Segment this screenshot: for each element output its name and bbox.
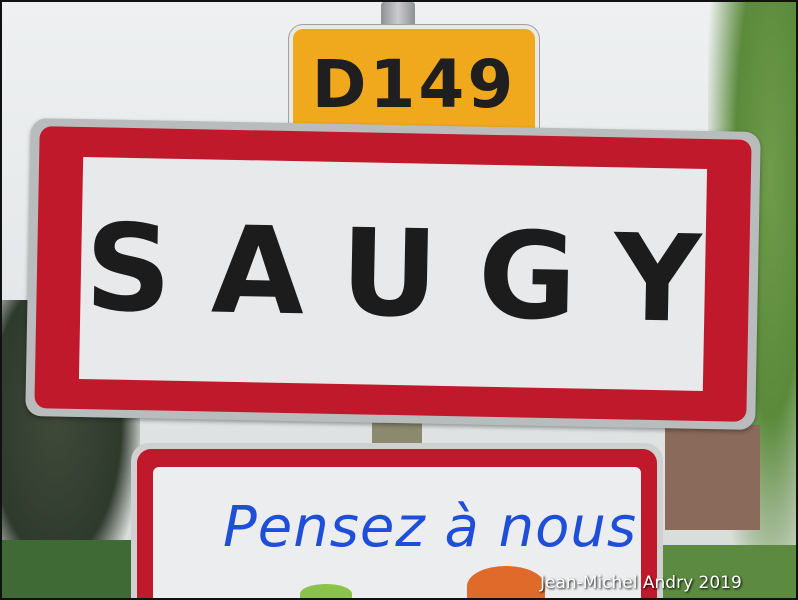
message-text: Pensez à nous — [223, 495, 638, 560]
photo-scene: D149 SAUGY Pensez à nous Jean-Michel And… — [0, 0, 798, 600]
photo-credit: Jean-Michel Andry 2019 — [540, 573, 742, 593]
house-background — [665, 425, 760, 530]
town-sign-border: SAUGY — [34, 126, 752, 422]
green-doodle — [300, 584, 352, 600]
orange-doodle — [467, 566, 545, 600]
road-number: D149 — [311, 45, 517, 123]
town-entry-sign: SAUGY — [25, 118, 761, 430]
hedge — [0, 540, 140, 600]
town-name: SAUGY — [83, 198, 743, 351]
town-sign-face: SAUGY — [78, 157, 742, 391]
